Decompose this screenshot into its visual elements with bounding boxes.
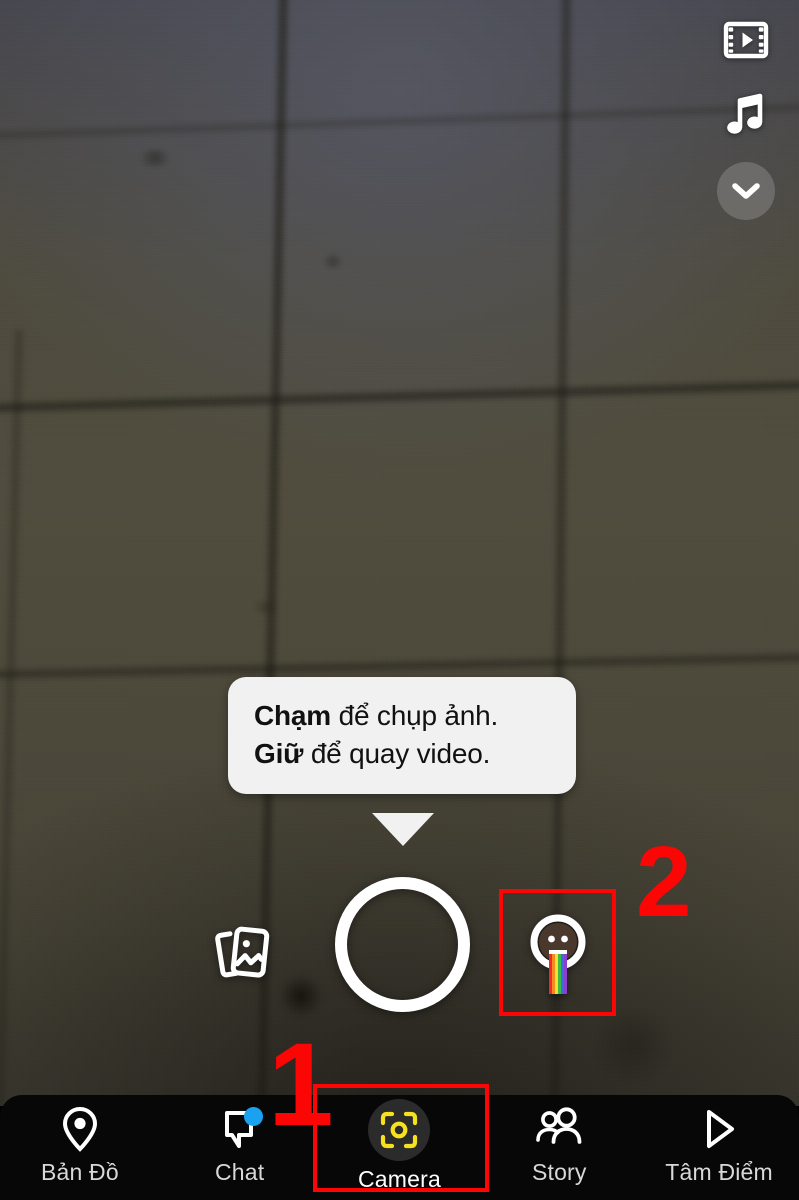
tooltip-line-2-strong: Giữ <box>254 738 304 770</box>
bottom-navigation-bar: Bản Đồ Chat Camera Story Tâm Điểm <box>0 1095 799 1200</box>
nav-item-map[interactable]: Bản Đồ <box>0 1095 160 1200</box>
lens-button[interactable] <box>519 908 597 1000</box>
nav-item-spotlight[interactable]: Tâm Điểm <box>639 1095 799 1200</box>
camera-scan-icon <box>368 1099 431 1161</box>
chat-unread-badge <box>243 1107 263 1126</box>
annotation-number-2: 2 <box>636 826 692 938</box>
camera-hint-tooltip: Chạm để chụp ảnh. Giữ để quay video. <box>228 677 576 794</box>
map-pin-icon <box>52 1104 108 1154</box>
tooltip-line-2: Giữ để quay video. <box>254 735 554 773</box>
nav-label-story: Story <box>531 1159 587 1185</box>
people-group-icon <box>531 1104 587 1154</box>
memories-button[interactable] <box>203 912 283 992</box>
film-strip-icon[interactable] <box>720 14 772 66</box>
tooltip-line-1-rest: để chụp ảnh. <box>331 700 499 731</box>
nav-label-spotlight: Tâm Điểm <box>665 1159 773 1185</box>
nav-item-camera[interactable]: Camera <box>320 1095 480 1200</box>
nav-item-story[interactable]: Story <box>479 1095 639 1200</box>
tooltip-line-1-strong: Chạm <box>254 700 331 731</box>
chat-bubble-icon <box>212 1104 268 1154</box>
camera-screen: Chạm để chụp ảnh. Giữ để quay video. 2 B… <box>0 0 799 1200</box>
annotation-number-1: 1 <box>268 1019 334 1151</box>
nav-label-camera: Camera <box>357 1166 441 1192</box>
tooltip-pointer <box>372 813 434 846</box>
tooltip-line-2-rest: để quay video. <box>303 738 491 770</box>
tooltip-line-1: Chạm để chụp ảnh. <box>254 697 554 735</box>
chevron-down-icon[interactable] <box>717 162 775 220</box>
nav-label-map: Bản Đồ <box>40 1159 119 1185</box>
top-toolbar <box>709 14 783 220</box>
play-triangle-icon <box>691 1104 747 1154</box>
nav-label-chat: Chat <box>215 1159 265 1185</box>
music-note-icon[interactable] <box>720 88 772 140</box>
shutter-button[interactable] <box>335 877 470 1012</box>
